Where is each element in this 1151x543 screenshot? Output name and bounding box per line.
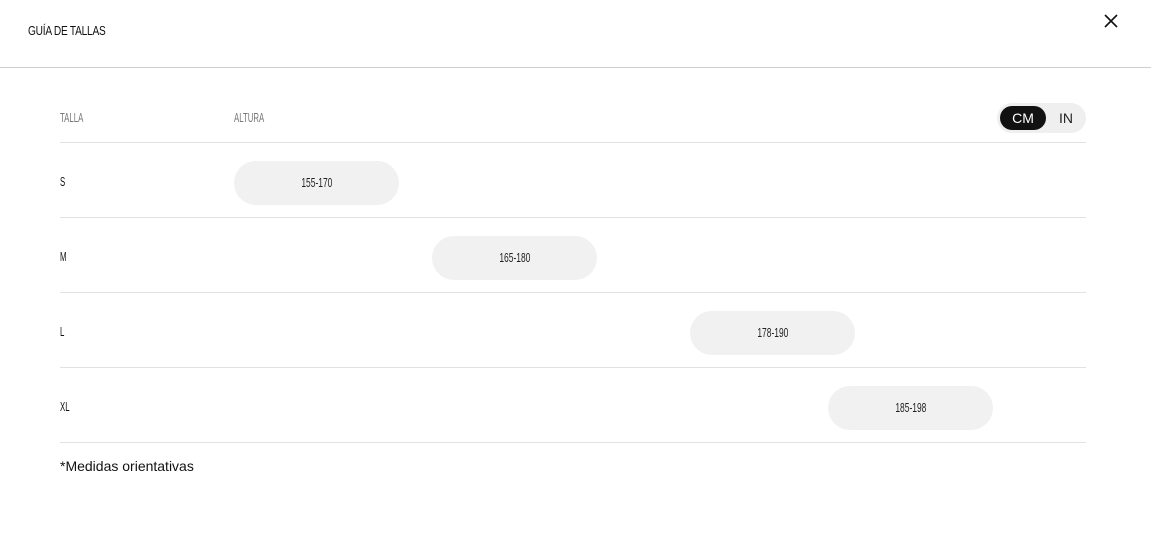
row-size-label: M xyxy=(60,249,67,264)
height-range-value: 185-198 xyxy=(894,400,927,415)
modal-header: GUÍA DE TALLAS xyxy=(0,0,1151,68)
table-header: TALLA ALTURA CM IN xyxy=(60,96,1086,143)
height-range-pill: 178-190 xyxy=(690,311,855,355)
unit-toggle: CM IN xyxy=(997,103,1086,133)
row-size-label: XL xyxy=(60,399,70,414)
height-range-pill: 185-198 xyxy=(828,386,993,430)
table-row: M 165-180 xyxy=(60,218,1086,293)
modal-title: GUÍA DE TALLAS xyxy=(28,23,106,38)
table-row: L 178-190 xyxy=(60,293,1086,368)
close-button[interactable] xyxy=(1101,11,1121,31)
unit-option-in[interactable]: IN xyxy=(1049,106,1083,130)
column-header-size: TALLA xyxy=(60,110,84,125)
footnote: *Medidas orientativas xyxy=(60,458,194,474)
row-size-label: S xyxy=(60,174,66,189)
table-row: S 155-170 xyxy=(60,143,1086,218)
unit-option-cm[interactable]: CM xyxy=(1000,106,1046,130)
close-icon xyxy=(1104,14,1118,28)
column-header-height: ALTURA xyxy=(234,110,265,125)
height-range-value: 165-180 xyxy=(498,250,531,265)
height-range-pill: 155-170 xyxy=(234,161,399,205)
size-guide-modal: GUÍA DE TALLAS TALLA ALTURA CM IN S 155-… xyxy=(0,0,1151,543)
height-range-pill: 165-180 xyxy=(432,236,597,280)
height-range-value: 155-170 xyxy=(300,175,333,190)
height-range-value: 178-190 xyxy=(756,325,789,340)
table-row: XL 185-198 xyxy=(60,368,1086,443)
row-size-label: L xyxy=(60,324,65,339)
